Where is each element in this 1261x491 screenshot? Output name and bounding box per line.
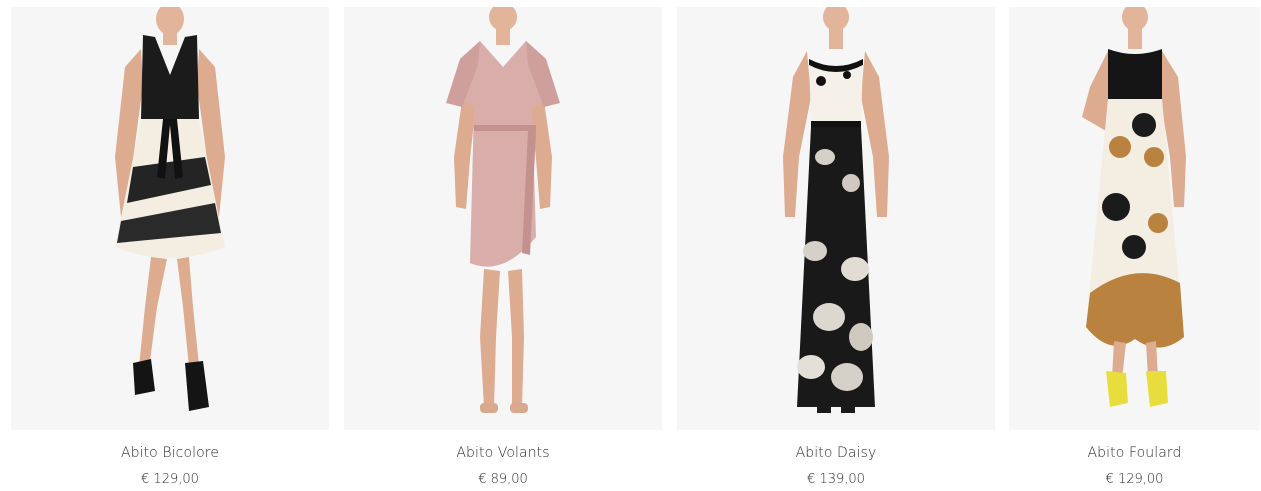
product-name[interactable]: Abito Volants — [344, 445, 662, 461]
dress-daisy-illustration — [783, 7, 889, 413]
dress-foulard-illustration — [1081, 7, 1186, 407]
product-price: € 139,00 — [807, 472, 865, 487]
product-card[interactable]: Abito Daisy € 139,00 — [677, 7, 995, 491]
product-price: € 129,00 — [141, 472, 199, 487]
product-name[interactable]: Abito Foulard — [1009, 445, 1260, 461]
product-name[interactable]: Abito Daisy — [677, 445, 995, 461]
product-card[interactable]: Abito Volants € 89,00 — [344, 7, 662, 491]
product-card[interactable]: Abito Bicolore € 129,00 — [11, 7, 329, 491]
product-card[interactable]: Abito Foulard € 129,00 — [1009, 7, 1260, 491]
product-grid: Abito Bicolore € 129,00 Abito Volants € … — [0, 0, 1261, 491]
product-price: € 129,00 — [1105, 472, 1164, 487]
product-image[interactable] — [677, 7, 995, 430]
product-image[interactable] — [344, 7, 662, 430]
dress-bicolore-illustration — [115, 7, 225, 411]
dress-volants-illustration — [446, 7, 560, 413]
product-name[interactable]: Abito Bicolore — [11, 445, 329, 461]
product-image[interactable] — [1009, 7, 1260, 430]
product-price: € 89,00 — [478, 472, 528, 487]
product-image[interactable] — [11, 7, 329, 430]
